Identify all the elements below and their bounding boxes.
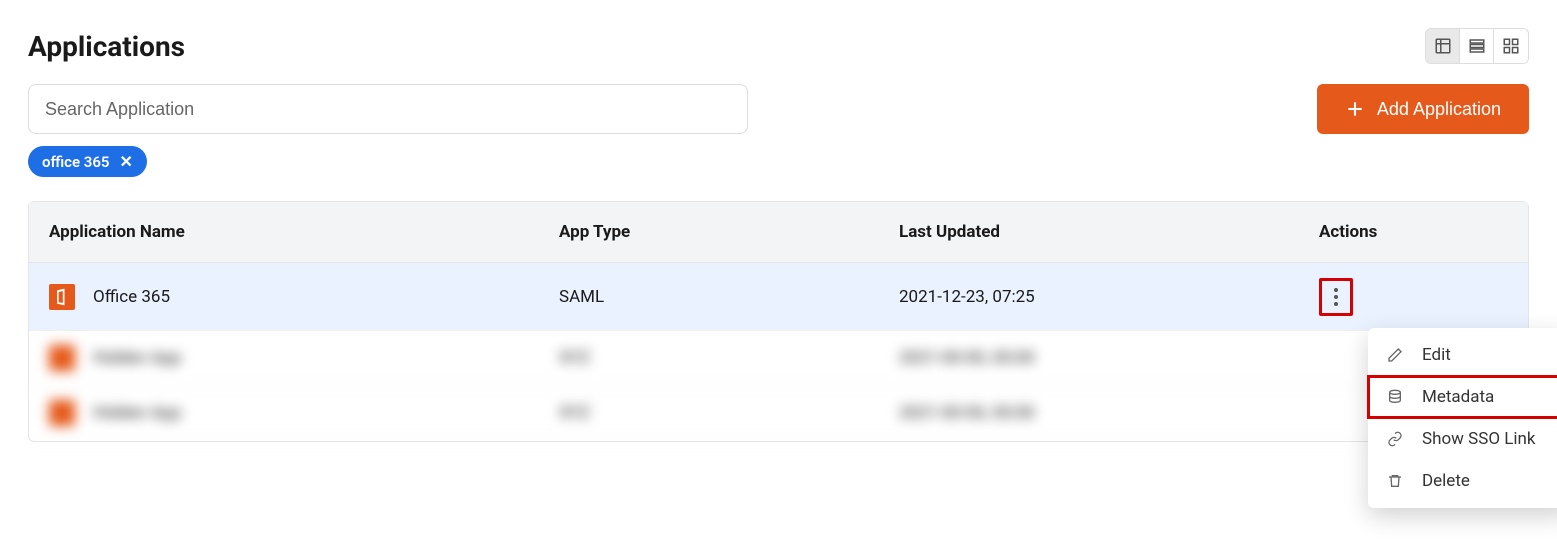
app-updated-cell: 2021-12-23, 07:25	[899, 287, 1319, 307]
database-icon	[1386, 388, 1404, 406]
link-icon	[1386, 430, 1404, 448]
table-icon	[1434, 37, 1452, 55]
table-row: Hidden App XYZ 2021-00-00, 00:00	[29, 331, 1528, 386]
add-application-button[interactable]: Add Application	[1317, 84, 1529, 134]
dropdown-edit-label: Edit	[1422, 345, 1451, 365]
col-header-name: Application Name	[49, 222, 559, 242]
dropdown-sso[interactable]: Show SSO Link	[1368, 418, 1557, 460]
close-icon[interactable]: ✕	[120, 152, 133, 171]
app-type-cell: SAML	[559, 287, 899, 307]
plus-icon	[1345, 99, 1365, 119]
filter-chip[interactable]: office 365 ✕	[28, 146, 147, 177]
office365-icon	[49, 284, 75, 310]
search-input[interactable]	[28, 84, 748, 134]
dropdown-metadata-label: Metadata	[1422, 387, 1494, 407]
app-name-cell: Office 365	[93, 287, 170, 307]
list-icon	[1468, 37, 1486, 55]
page-title: Applications	[28, 30, 185, 63]
dots-icon	[1334, 288, 1338, 292]
table-row[interactable]: Office 365 SAML 2021-12-23, 07:25	[29, 263, 1528, 331]
dropdown-metadata[interactable]: Metadata	[1368, 376, 1557, 418]
dropdown-edit[interactable]: Edit	[1368, 334, 1557, 376]
table-row: Hidden App XYZ 2021-00-00, 00:00	[29, 386, 1528, 441]
add-application-label: Add Application	[1377, 99, 1501, 120]
filter-chip-label: office 365	[42, 153, 110, 171]
view-list-button[interactable]	[1460, 29, 1494, 63]
view-table-button[interactable]	[1426, 29, 1460, 63]
view-toggle	[1425, 28, 1529, 64]
applications-table: Application Name App Type Last Updated A…	[28, 201, 1529, 442]
actions-dropdown: Edit Metadata Show SSO Link Delete	[1368, 328, 1557, 508]
row-actions-button[interactable]	[1324, 285, 1348, 309]
col-header-updated: Last Updated	[899, 222, 1319, 242]
dropdown-sso-label: Show SSO Link	[1422, 429, 1536, 449]
col-header-type: App Type	[559, 222, 899, 242]
pencil-icon	[1386, 346, 1404, 364]
trash-icon	[1386, 472, 1404, 490]
table-header: Application Name App Type Last Updated A…	[29, 202, 1528, 263]
view-grid-button[interactable]	[1494, 29, 1528, 63]
col-header-actions: Actions	[1319, 222, 1508, 242]
grid-icon	[1502, 37, 1520, 55]
dropdown-delete-label: Delete	[1422, 471, 1470, 491]
dropdown-delete[interactable]: Delete	[1368, 460, 1557, 502]
